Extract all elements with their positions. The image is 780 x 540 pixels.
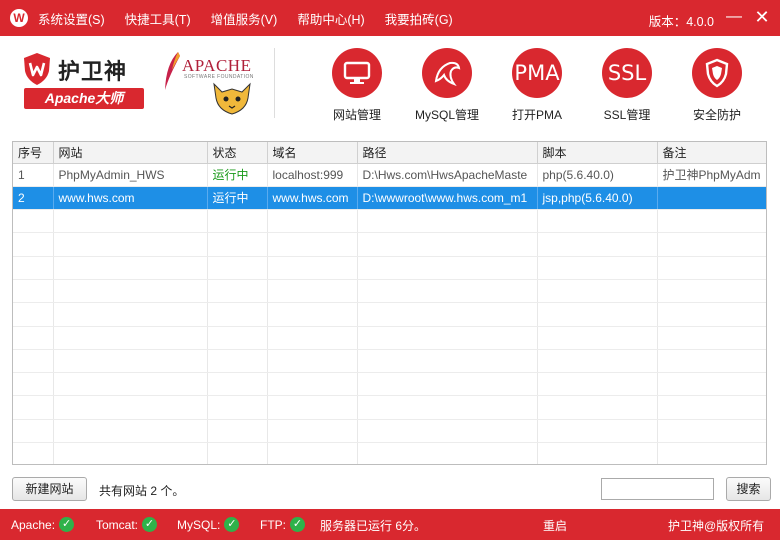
search-button[interactable]: 搜索 bbox=[726, 477, 771, 501]
brand-name: 护卫神 bbox=[58, 60, 128, 85]
check-icon: ✓ bbox=[290, 517, 305, 532]
new-site-button[interactable]: 新建网站 bbox=[12, 477, 87, 501]
tomcat-status-label: Tomcat: bbox=[96, 517, 139, 532]
dolphin-icon bbox=[422, 48, 472, 98]
cell-note bbox=[657, 186, 766, 211]
brand-badge: Apache大师 bbox=[24, 88, 144, 109]
empty-row bbox=[13, 326, 766, 350]
column-header-site[interactable]: 网站 bbox=[53, 142, 208, 164]
menu-system-settings[interactable]: 系统设置(S) bbox=[38, 9, 105, 28]
mysql-manage-button[interactable]: MySQL管理 bbox=[407, 48, 487, 123]
check-icon: ✓ bbox=[224, 517, 240, 532]
cell-site: PhpMyAdmin_HWS bbox=[53, 163, 208, 187]
tool-label-website: 网站管理 bbox=[332, 108, 381, 122]
ssl-manage-button[interactable]: SSL SSL管理 bbox=[587, 48, 667, 123]
menu-feedback[interactable]: 我要拍砖(G) bbox=[385, 9, 453, 28]
security-protection-button[interactable]: 安全防护 bbox=[677, 48, 757, 123]
cell-path: D:\Hws.com\HwsApacheMaste bbox=[357, 163, 538, 187]
tool-label-ssl: SSL管理 bbox=[603, 108, 651, 122]
table-row[interactable]: 1 PhpMyAdmin_HWS 运行中 localhost:999 D:\Hw… bbox=[13, 163, 766, 187]
cell-script: php(5.6.40.0) bbox=[537, 163, 658, 187]
cell-site: www.hws.com bbox=[53, 186, 208, 211]
cell-domain: localhost:999 bbox=[267, 163, 358, 187]
column-header-index[interactable]: 序号 bbox=[13, 142, 54, 164]
empty-row bbox=[13, 232, 766, 257]
apache-status: Apache: ✓ bbox=[11, 517, 75, 532]
empty-row bbox=[13, 442, 766, 464]
cell-domain: www.hws.com bbox=[267, 186, 358, 211]
search-input[interactable] bbox=[601, 478, 714, 500]
uptime-text: 服务器已运行 6分。 bbox=[320, 519, 427, 533]
apache-logo: APACHE SOFTWARE FOUNDATION bbox=[160, 50, 260, 116]
tool-label-mysql: MySQL管理 bbox=[414, 108, 479, 122]
tomcat-icon bbox=[213, 82, 251, 115]
restart-link[interactable]: 重启 bbox=[543, 517, 567, 534]
apache-status-label: Apache: bbox=[11, 517, 56, 532]
menu-quick-tools[interactable]: 快捷工具(T) bbox=[125, 9, 191, 28]
empty-row bbox=[13, 209, 766, 234]
empty-row bbox=[13, 302, 766, 327]
check-icon: ✓ bbox=[59, 517, 75, 532]
column-header-path[interactable]: 路径 bbox=[357, 142, 538, 164]
mysql-status-label: MySQL: bbox=[177, 517, 221, 532]
cell-status: 运行中 bbox=[207, 163, 268, 187]
column-header-note[interactable]: 备注 bbox=[657, 142, 766, 164]
tomcat-status: Tomcat: ✓ bbox=[96, 517, 158, 532]
pma-icon: PMA bbox=[512, 48, 562, 98]
table-header-row: 序号 网站 状态 域名 路径 脚本 备注 bbox=[13, 142, 766, 164]
cell-index: 1 bbox=[13, 163, 54, 187]
menu-value-added-services[interactable]: 增值服务(V) bbox=[211, 9, 278, 28]
mysql-status: MySQL: ✓ bbox=[177, 517, 240, 532]
brand-shield-icon bbox=[24, 53, 50, 85]
status-bar: Apache: ✓ Tomcat: ✓ MySQL: ✓ FTP: ✓ 服务器已… bbox=[0, 509, 780, 540]
tool-label-pma: 打开PMA bbox=[511, 108, 562, 122]
brand-logo: 护卫神 Apache大师 bbox=[20, 52, 146, 110]
column-header-script[interactable]: 脚本 bbox=[537, 142, 658, 164]
ftp-status: FTP: ✓ bbox=[260, 517, 305, 532]
cell-status: 运行中 bbox=[207, 186, 268, 211]
apache-feather-icon bbox=[165, 52, 180, 90]
website-manage-button[interactable]: 网站管理 bbox=[317, 48, 397, 123]
site-count-text: 共有网站 2 个。 bbox=[99, 484, 185, 498]
empty-row bbox=[13, 372, 766, 397]
cell-path: D:\wwwroot\www.hws.com_m1 bbox=[357, 186, 538, 211]
apache-wordmark: APACHE bbox=[182, 56, 252, 75]
column-header-domain[interactable]: 域名 bbox=[267, 142, 358, 164]
version-label: 版本：4.0.0 bbox=[648, 15, 714, 29]
shield-icon bbox=[692, 48, 742, 98]
title-bar: W 系统设置(S) 快捷工具(T) 增值服务(V) 帮助中心(H) 我要拍砖(G… bbox=[0, 0, 780, 36]
copyright-text: 护卫神@版权所有 bbox=[668, 519, 765, 533]
minimize-button[interactable]: — bbox=[724, 7, 744, 27]
check-icon: ✓ bbox=[142, 517, 158, 532]
empty-row bbox=[13, 395, 766, 420]
header-divider bbox=[274, 48, 275, 118]
column-header-status[interactable]: 状态 bbox=[207, 142, 268, 164]
empty-row bbox=[13, 256, 766, 280]
menu-help-center[interactable]: 帮助中心(H) bbox=[297, 9, 364, 28]
app-logo-icon: W bbox=[10, 9, 28, 27]
cell-script: jsp,php(5.6.40.0) bbox=[537, 186, 658, 211]
ssl-icon: SSL bbox=[602, 48, 652, 98]
tool-label-security: 安全防护 bbox=[692, 108, 741, 122]
cell-note: 护卫神PhpMyAdm bbox=[657, 163, 766, 187]
site-table[interactable]: 序号 网站 状态 域名 路径 脚本 备注 1 PhpMyAdmin_HWS 运行… bbox=[12, 141, 767, 465]
close-button[interactable]: ✕ bbox=[752, 7, 772, 27]
empty-row bbox=[13, 279, 766, 304]
monitor-icon bbox=[332, 48, 382, 98]
open-pma-button[interactable]: PMA 打开PMA bbox=[497, 48, 577, 123]
cell-index: 2 bbox=[13, 186, 54, 211]
table-row-selected[interactable]: 2 www.hws.com 运行中 www.hws.com D:\wwwroot… bbox=[13, 186, 766, 211]
header: 护卫神 Apache大师 APACHE SOFTWARE FOUNDATION … bbox=[0, 36, 780, 138]
ftp-status-label: FTP: bbox=[260, 517, 286, 532]
empty-row bbox=[13, 419, 766, 444]
empty-row bbox=[13, 349, 766, 374]
menu-bar: 系统设置(S) 快捷工具(T) 增值服务(V) 帮助中心(H) 我要拍砖(G) bbox=[38, 9, 473, 28]
